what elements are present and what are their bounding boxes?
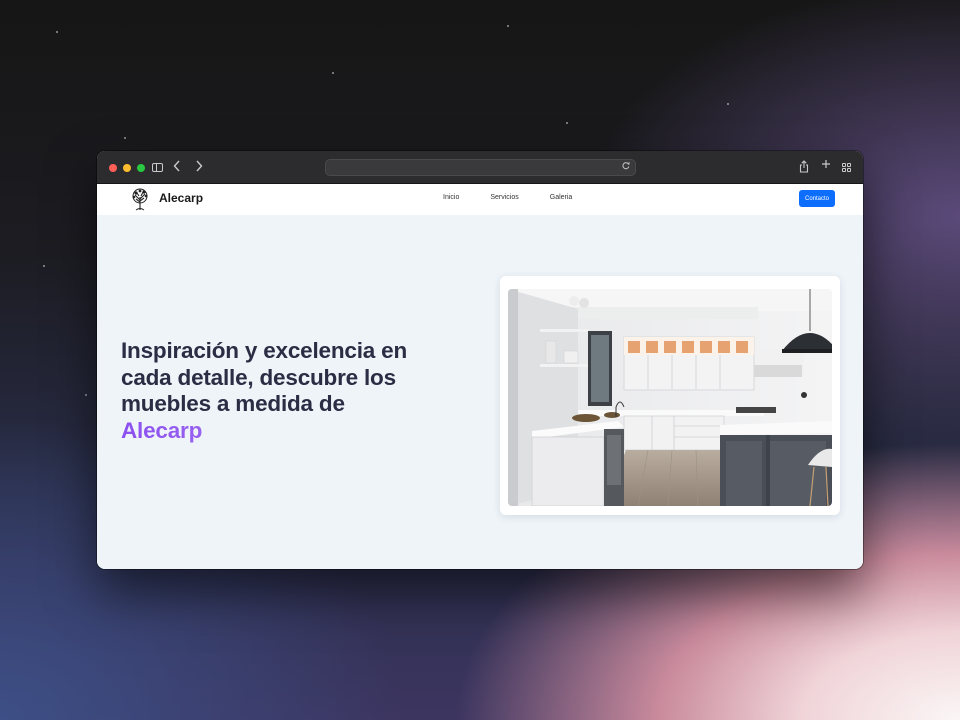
headline-brand-highlight: Alecarp [121, 418, 471, 445]
address-bar[interactable] [325, 159, 636, 176]
sidebar-icon[interactable] [152, 163, 163, 172]
share-icon[interactable] [799, 160, 809, 177]
zoom-window-button[interactable] [137, 164, 145, 172]
nav-link-galeria[interactable]: Galeria [550, 194, 573, 201]
tab-overview-icon[interactable] [842, 163, 851, 172]
nav-link-servicios[interactable]: Servicios [490, 194, 518, 201]
hero-section: Inspiración y excelencia en cada detalle… [97, 215, 863, 569]
hero-image-card [500, 276, 840, 515]
headline-line: Inspiración y excelencia en [121, 338, 407, 363]
nav-link-inicio[interactable]: Inicio [443, 194, 459, 201]
tree-logo-icon[interactable] [130, 188, 150, 211]
browser-toolbar [97, 151, 863, 184]
new-tab-icon[interactable] [821, 159, 831, 173]
contact-button[interactable]: Contacto [799, 190, 835, 207]
window-controls [109, 164, 145, 172]
forward-icon[interactable] [195, 160, 203, 176]
minimize-window-button[interactable] [123, 164, 131, 172]
main-nav: Inicio Servicios Galeria [443, 194, 603, 201]
close-window-button[interactable] [109, 164, 117, 172]
headline-line: cada detalle, descubre los [121, 364, 396, 390]
headline-line: muebles a medida de [121, 391, 345, 417]
back-icon[interactable] [173, 160, 181, 176]
hero-headline: Inspiración y excelencia en cada detalle… [121, 338, 471, 444]
reload-icon[interactable] [622, 161, 630, 173]
brand-name[interactable]: Alecarp [159, 191, 203, 205]
kitchen-photo [508, 289, 832, 506]
site-navbar: Alecarp Inicio Servicios Galeria Contact… [97, 184, 863, 215]
browser-window: Alecarp Inicio Servicios Galeria Contact… [97, 151, 863, 569]
